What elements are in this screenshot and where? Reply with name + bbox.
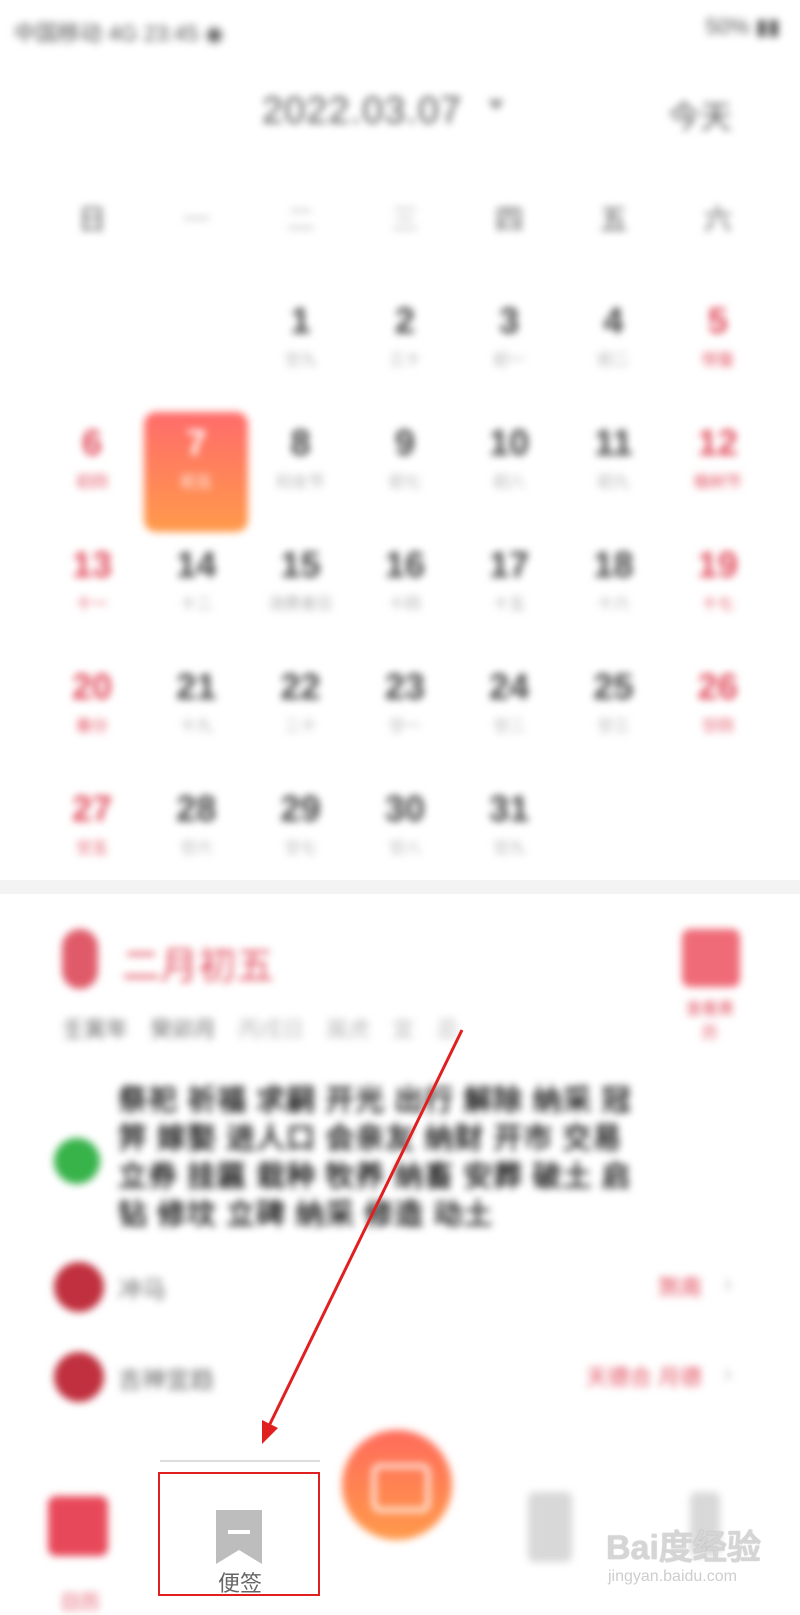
watermark-sub: jingyan.baidu.com [608,1568,737,1585]
annotation-arrow [262,1029,464,1444]
watermark: Bai度经验 jingyan.baidu.com [600,1520,800,1600]
watermark-main: Bai度经验 [606,1529,761,1567]
